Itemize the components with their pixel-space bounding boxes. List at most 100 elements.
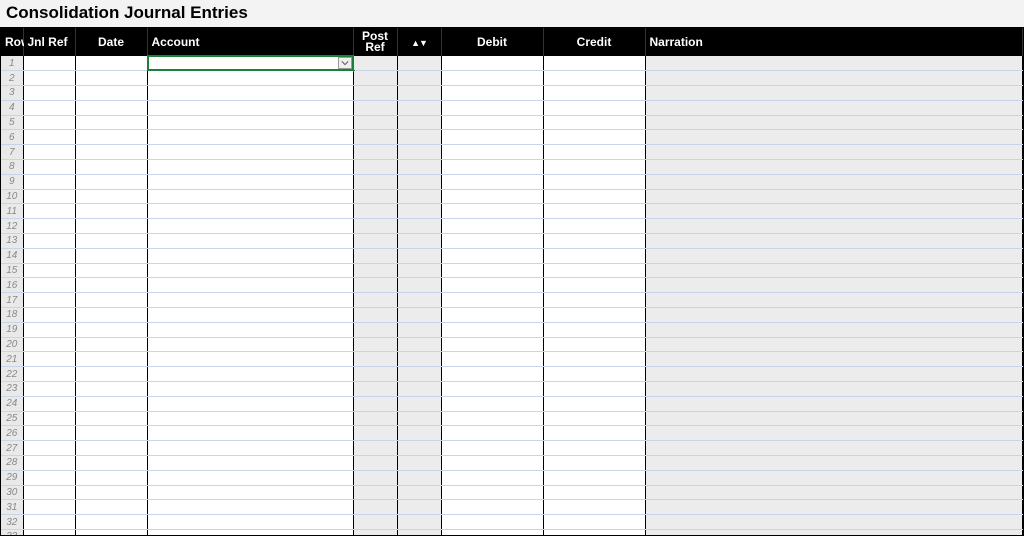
col-header-sort[interactable]: ▲▼ [397, 28, 441, 56]
cell-sort[interactable] [397, 293, 441, 308]
cell-account[interactable] [147, 248, 353, 263]
cell-debit[interactable] [441, 204, 543, 219]
cell-date[interactable] [75, 115, 147, 130]
cell-sort[interactable] [397, 100, 441, 115]
cell-post_ref[interactable] [353, 56, 397, 71]
cell-account[interactable] [147, 56, 353, 71]
cell-post_ref[interactable] [353, 248, 397, 263]
cell-credit[interactable] [543, 456, 645, 471]
cell-debit[interactable] [441, 234, 543, 249]
col-header-debit[interactable]: Debit [441, 28, 543, 56]
cell-debit[interactable] [441, 396, 543, 411]
cell-post_ref[interactable] [353, 160, 397, 175]
cell-post_ref[interactable] [353, 337, 397, 352]
cell-date[interactable] [75, 130, 147, 145]
cell-account[interactable] [147, 71, 353, 86]
cell-post_ref[interactable] [353, 411, 397, 426]
cell-date[interactable] [75, 234, 147, 249]
cell-credit[interactable] [543, 219, 645, 234]
col-header-jnl-ref[interactable]: Jnl Ref [23, 28, 75, 56]
cell-credit[interactable] [543, 485, 645, 500]
cell-account[interactable] [147, 293, 353, 308]
cell-debit[interactable] [441, 352, 543, 367]
cell-post_ref[interactable] [353, 204, 397, 219]
cell-jnl_ref[interactable] [23, 174, 75, 189]
cell-credit[interactable] [543, 278, 645, 293]
cell-date[interactable] [75, 204, 147, 219]
cell-date[interactable] [75, 396, 147, 411]
cell-jnl_ref[interactable] [23, 248, 75, 263]
cell-debit[interactable] [441, 441, 543, 456]
cell-narration[interactable] [645, 515, 1023, 530]
cell-account[interactable] [147, 86, 353, 101]
cell-debit[interactable] [441, 367, 543, 382]
cell-credit[interactable] [543, 145, 645, 160]
cell-narration[interactable] [645, 115, 1023, 130]
cell-narration[interactable] [645, 204, 1023, 219]
cell-post_ref[interactable] [353, 278, 397, 293]
cell-jnl_ref[interactable] [23, 382, 75, 397]
cell-sort[interactable] [397, 248, 441, 263]
cell-narration[interactable] [645, 189, 1023, 204]
cell-jnl_ref[interactable] [23, 441, 75, 456]
cell-date[interactable] [75, 308, 147, 323]
cell-account[interactable] [147, 456, 353, 471]
cell-date[interactable] [75, 441, 147, 456]
cell-date[interactable] [75, 456, 147, 471]
cell-sort[interactable] [397, 500, 441, 515]
cell-debit[interactable] [441, 174, 543, 189]
cell-jnl_ref[interactable] [23, 189, 75, 204]
cell-credit[interactable] [543, 56, 645, 71]
cell-account[interactable] [147, 367, 353, 382]
cell-date[interactable] [75, 530, 147, 536]
cell-sort[interactable] [397, 160, 441, 175]
cell-post_ref[interactable] [353, 219, 397, 234]
cell-narration[interactable] [645, 485, 1023, 500]
cell-sort[interactable] [397, 441, 441, 456]
cell-debit[interactable] [441, 293, 543, 308]
cell-post_ref[interactable] [353, 500, 397, 515]
cell-date[interactable] [75, 160, 147, 175]
cell-debit[interactable] [441, 485, 543, 500]
cell-credit[interactable] [543, 515, 645, 530]
cell-credit[interactable] [543, 500, 645, 515]
cell-jnl_ref[interactable] [23, 71, 75, 86]
cell-jnl_ref[interactable] [23, 426, 75, 441]
cell-jnl_ref[interactable] [23, 367, 75, 382]
cell-debit[interactable] [441, 322, 543, 337]
cell-date[interactable] [75, 86, 147, 101]
cell-narration[interactable] [645, 71, 1023, 86]
cell-narration[interactable] [645, 500, 1023, 515]
cell-narration[interactable] [645, 293, 1023, 308]
cell-jnl_ref[interactable] [23, 352, 75, 367]
cell-narration[interactable] [645, 234, 1023, 249]
cell-credit[interactable] [543, 530, 645, 536]
cell-post_ref[interactable] [353, 441, 397, 456]
col-header-account[interactable]: Account [147, 28, 353, 56]
cell-date[interactable] [75, 189, 147, 204]
cell-jnl_ref[interactable] [23, 263, 75, 278]
cell-credit[interactable] [543, 86, 645, 101]
cell-narration[interactable] [645, 352, 1023, 367]
cell-debit[interactable] [441, 100, 543, 115]
cell-date[interactable] [75, 174, 147, 189]
col-header-post-ref[interactable]: Post Ref [353, 28, 397, 56]
cell-post_ref[interactable] [353, 145, 397, 160]
cell-date[interactable] [75, 485, 147, 500]
cell-account[interactable] [147, 130, 353, 145]
cell-sort[interactable] [397, 219, 441, 234]
cell-narration[interactable] [645, 263, 1023, 278]
cell-narration[interactable] [645, 86, 1023, 101]
cell-account[interactable] [147, 219, 353, 234]
cell-credit[interactable] [543, 234, 645, 249]
cell-narration[interactable] [645, 100, 1023, 115]
cell-credit[interactable] [543, 100, 645, 115]
cell-jnl_ref[interactable] [23, 160, 75, 175]
cell-jnl_ref[interactable] [23, 530, 75, 536]
cell-narration[interactable] [645, 456, 1023, 471]
cell-credit[interactable] [543, 396, 645, 411]
cell-post_ref[interactable] [353, 189, 397, 204]
cell-debit[interactable] [441, 56, 543, 71]
cell-debit[interactable] [441, 115, 543, 130]
cell-credit[interactable] [543, 337, 645, 352]
